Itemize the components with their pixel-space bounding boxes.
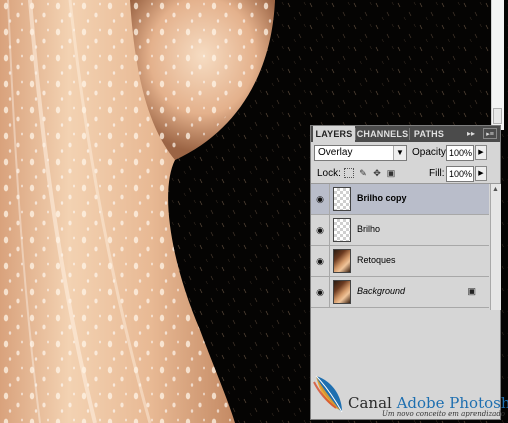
eye-icon[interactable]: ◉ (314, 194, 326, 204)
layer-name: Retoques (357, 255, 396, 265)
lock-fill-row: Lock: ✎ ✥ ▣ Fill: 100% ▶ (311, 165, 500, 184)
opacity-stepper-arrow-icon[interactable]: ▶ (475, 145, 487, 160)
scroll-up-icon[interactable]: ▲ (492, 186, 499, 193)
eye-icon[interactable]: ◉ (314, 225, 326, 235)
feather-logo-icon (313, 375, 343, 413)
lock-all-icon[interactable]: ▣ (386, 168, 396, 178)
layer-list-scrollbar[interactable]: ▲ (490, 184, 501, 310)
layer-thumbnail (333, 187, 351, 211)
fill-stepper-arrow-icon[interactable]: ▶ (475, 166, 487, 181)
double-chevron-right-icon[interactable]: ▸▸ (464, 126, 478, 142)
opacity-input[interactable]: 100% (446, 145, 474, 161)
panel-tab-bar: LAYERS CHANNELS PATHS ▸▸ ▸≡ (311, 126, 500, 142)
layer-row-brilho[interactable]: ◉ Brilho (311, 215, 489, 246)
blend-mode-select[interactable]: Overlay ▼ (314, 145, 407, 161)
visibility-toggle[interactable]: ◉ (311, 277, 330, 307)
watermark-logo: Canal Adobe Photoshop Um novo conceito e… (312, 372, 508, 418)
layer-row-retoques[interactable]: ◉ Retoques (311, 246, 489, 277)
lock-label: Lock: (317, 168, 341, 179)
visibility-toggle[interactable]: ◉ (311, 184, 330, 214)
blend-opacity-row: Overlay ▼ Opacity: 100% ▶ (311, 143, 500, 165)
layer-row-brilho-copy[interactable]: ◉ Brilho copy (311, 184, 489, 215)
lock-position-icon[interactable]: ✥ (372, 168, 382, 178)
lock-image-pixels-icon[interactable]: ✎ (358, 168, 368, 178)
visibility-toggle[interactable]: ◉ (311, 246, 330, 276)
layer-list: ◉ Brilho copy ◉ Brilho ◉ Retoques ◉ Back… (311, 184, 489, 310)
lock-transparent-pixels-icon[interactable] (344, 168, 354, 178)
layer-name: Brilho copy (357, 193, 407, 203)
chevron-down-icon[interactable]: ▼ (393, 146, 406, 160)
watermark-subtitle: Um novo conceito em aprendizado (382, 410, 506, 418)
visibility-toggle[interactable]: ◉ (311, 215, 330, 245)
fill-label: Fill: (429, 168, 445, 179)
layer-name: Brilho (357, 224, 381, 234)
layer-thumbnail (333, 218, 351, 242)
layer-row-background[interactable]: ◉ Background ▣ (311, 277, 489, 308)
eye-icon[interactable]: ◉ (314, 287, 326, 297)
fill-input[interactable]: 100% (446, 166, 474, 182)
tab-paths[interactable]: PATHS (410, 126, 448, 142)
panel-menu-icon[interactable]: ▸≡ (483, 128, 497, 139)
eye-icon[interactable]: ◉ (314, 256, 326, 266)
blend-mode-value: Overlay (318, 147, 353, 158)
scrollbar-thumb[interactable] (493, 108, 502, 124)
layer-thumbnail (333, 280, 351, 304)
tab-layers[interactable]: LAYERS (313, 126, 355, 142)
layer-name: Background (357, 286, 406, 296)
tab-channels[interactable]: CHANNELS (356, 126, 409, 142)
layer-thumbnail (333, 249, 351, 273)
opacity-label: Opacity: (412, 147, 449, 158)
vertical-scrollbar[interactable] (491, 0, 504, 130)
layer-lock-icon: ▣ (467, 286, 476, 296)
